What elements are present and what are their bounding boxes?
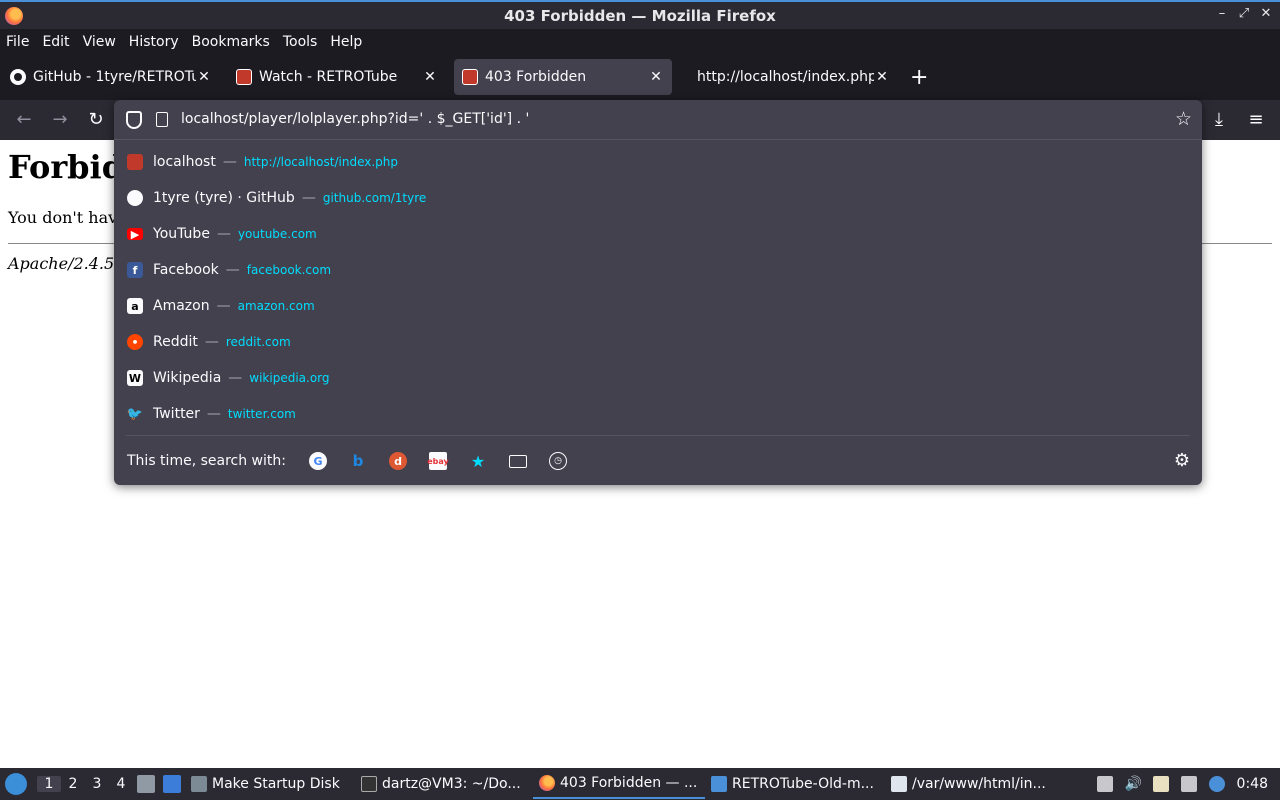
downloads-icon[interactable]: ⤓ (1207, 109, 1231, 130)
github-icon (127, 190, 143, 206)
tab-close-icon[interactable]: ✕ (196, 69, 212, 85)
window-title: 403 Forbidden — Mozilla Firefox (504, 6, 776, 25)
bookmarks-star-icon[interactable]: ★ (469, 452, 487, 471)
tab-close-icon[interactable]: ✕ (422, 69, 438, 85)
amazon-icon: a (127, 298, 143, 314)
desktop-launcher-icon[interactable] (163, 775, 181, 793)
task-text-editor[interactable]: /var/www/html/in... (885, 769, 1055, 799)
start-menu-icon[interactable] (5, 773, 27, 795)
tab-github[interactable]: GitHub - 1tyre/RETROTub ✕ (2, 59, 220, 95)
suggestion-reddit[interactable]: • Reddit — reddit.com (114, 324, 1202, 360)
workspace-1[interactable]: 1 (37, 776, 61, 792)
minimize-icon[interactable]: – (1216, 6, 1228, 21)
tab-403-forbidden[interactable]: 403 Forbidden ✕ (454, 59, 672, 95)
terminal-icon (361, 776, 377, 792)
new-tab-icon[interactable]: + (910, 65, 928, 90)
suggestion-wikipedia[interactable]: W Wikipedia — wikipedia.org (114, 360, 1202, 396)
tab-label: Watch - RETROTube (259, 69, 398, 85)
file-manager-launcher-icon[interactable] (137, 775, 155, 793)
maximize-icon[interactable]: ⤢ (1238, 6, 1250, 21)
menu-bookmarks[interactable]: Bookmarks (192, 34, 270, 50)
tab-label: GitHub - 1tyre/RETROTub (33, 69, 196, 85)
twitter-icon: 🐦 (126, 406, 144, 422)
clock[interactable]: 0:48 (1237, 776, 1268, 792)
startup-disk-icon (191, 776, 207, 792)
window-titlebar: 403 Forbidden — Mozilla Firefox – ⤢ ✕ (0, 0, 1280, 29)
menu-help[interactable]: Help (330, 34, 362, 50)
tab-label: http://localhost/index.php (697, 69, 874, 85)
urlbar[interactable]: localhost/player/lolplayer.php?id=' . $_… (114, 100, 1202, 140)
tab-close-icon[interactable]: ✕ (874, 69, 890, 85)
retrotube-icon (236, 69, 252, 85)
close-icon[interactable]: ✕ (1260, 6, 1272, 21)
youtube-icon: ▶ (127, 228, 143, 241)
tab-watch-retrotube[interactable]: Watch - RETROTube ✕ (228, 59, 446, 95)
suggestion-facebook[interactable]: f Facebook — facebook.com (114, 252, 1202, 288)
menu-bar: File Edit View History Bookmarks Tools H… (0, 29, 1280, 54)
search-with-label: This time, search with: (127, 453, 286, 469)
menu-history[interactable]: History (129, 34, 179, 50)
forward-icon[interactable]: → (48, 109, 72, 130)
server-signature: Apache/2.4.5 (8, 254, 115, 273)
url-input[interactable]: localhost/player/lolplayer.php?id=' . $_… (181, 111, 529, 127)
task-folder[interactable]: RETROTube-Old-m... (705, 769, 885, 799)
google-icon[interactable]: G (309, 452, 327, 470)
suggestion-github[interactable]: 1tyre (tyre) · GitHub — github.com/1tyre (114, 180, 1202, 216)
window-controls: – ⤢ ✕ (1216, 6, 1272, 21)
tab-label: 403 Forbidden (485, 69, 587, 85)
notification-icon[interactable] (1208, 776, 1225, 792)
firefox-icon (539, 775, 555, 791)
workspace-4[interactable]: 4 (109, 776, 133, 792)
menu-view[interactable]: View (83, 34, 116, 50)
tab-localhost-index[interactable]: http://localhost/index.php ✕ (680, 59, 898, 95)
bookmark-star-icon[interactable]: ☆ (1175, 108, 1192, 130)
network-icon[interactable] (1180, 776, 1197, 792)
history-clock-icon[interactable]: ◷ (549, 452, 567, 470)
duckduckgo-icon[interactable]: d (389, 452, 407, 470)
suggestion-twitter[interactable]: 🐦 Twitter — twitter.com (114, 396, 1202, 432)
app-menu-icon[interactable]: ≡ (1244, 109, 1268, 130)
workspace-2[interactable]: 2 (61, 776, 85, 792)
workspace-3[interactable]: 3 (85, 776, 109, 792)
dropdown-divider (126, 435, 1190, 436)
task-terminal[interactable]: dartz@VM3: ~/Do... (355, 769, 533, 799)
system-tray: 🔊 0:48 (1096, 768, 1280, 800)
tab-bar: GitHub - 1tyre/RETROTub ✕ Watch - RETROT… (0, 54, 1280, 100)
tab-close-icon[interactable]: ✕ (648, 69, 664, 85)
github-icon (10, 69, 26, 85)
urlbar-dropdown: localhost/player/lolplayer.php?id=' . $_… (114, 100, 1202, 485)
suggestion-amazon[interactable]: a Amazon — amazon.com (114, 288, 1202, 324)
page-icon[interactable] (156, 112, 168, 127)
back-icon[interactable]: ← (12, 109, 36, 130)
retrotube-icon (127, 154, 143, 170)
gear-icon[interactable]: ⚙ (1174, 450, 1190, 471)
menu-tools[interactable]: Tools (283, 34, 318, 50)
suggestion-localhost[interactable]: localhost — http://localhost/index.php (114, 144, 1202, 180)
firefox-icon (5, 7, 23, 25)
wikipedia-icon: W (127, 370, 143, 386)
taskbar: 1 2 3 4 Make Startup Disk dartz@VM3: ~/D… (0, 768, 1280, 800)
tabs-icon[interactable] (509, 455, 527, 468)
retrotube-icon (462, 69, 478, 85)
reload-icon[interactable]: ↻ (84, 109, 108, 130)
eject-icon[interactable] (1096, 776, 1113, 792)
text-editor-icon (891, 776, 907, 792)
ebay-icon[interactable]: ebay (427, 452, 449, 470)
volume-icon[interactable]: 🔊 (1125, 776, 1142, 792)
folder-icon (711, 776, 727, 792)
clipboard-icon[interactable] (1152, 776, 1169, 792)
task-firefox[interactable]: 403 Forbidden — ... (533, 769, 705, 799)
menu-file[interactable]: File (6, 34, 29, 50)
shield-icon[interactable] (126, 111, 142, 129)
reddit-icon: • (127, 334, 143, 350)
task-make-startup-disk[interactable]: Make Startup Disk (185, 769, 355, 799)
menu-edit[interactable]: Edit (42, 34, 69, 50)
suggestion-youtube[interactable]: ▶ YouTube — youtube.com (114, 216, 1202, 252)
facebook-icon: f (127, 262, 143, 278)
bing-icon[interactable]: b (349, 452, 367, 470)
